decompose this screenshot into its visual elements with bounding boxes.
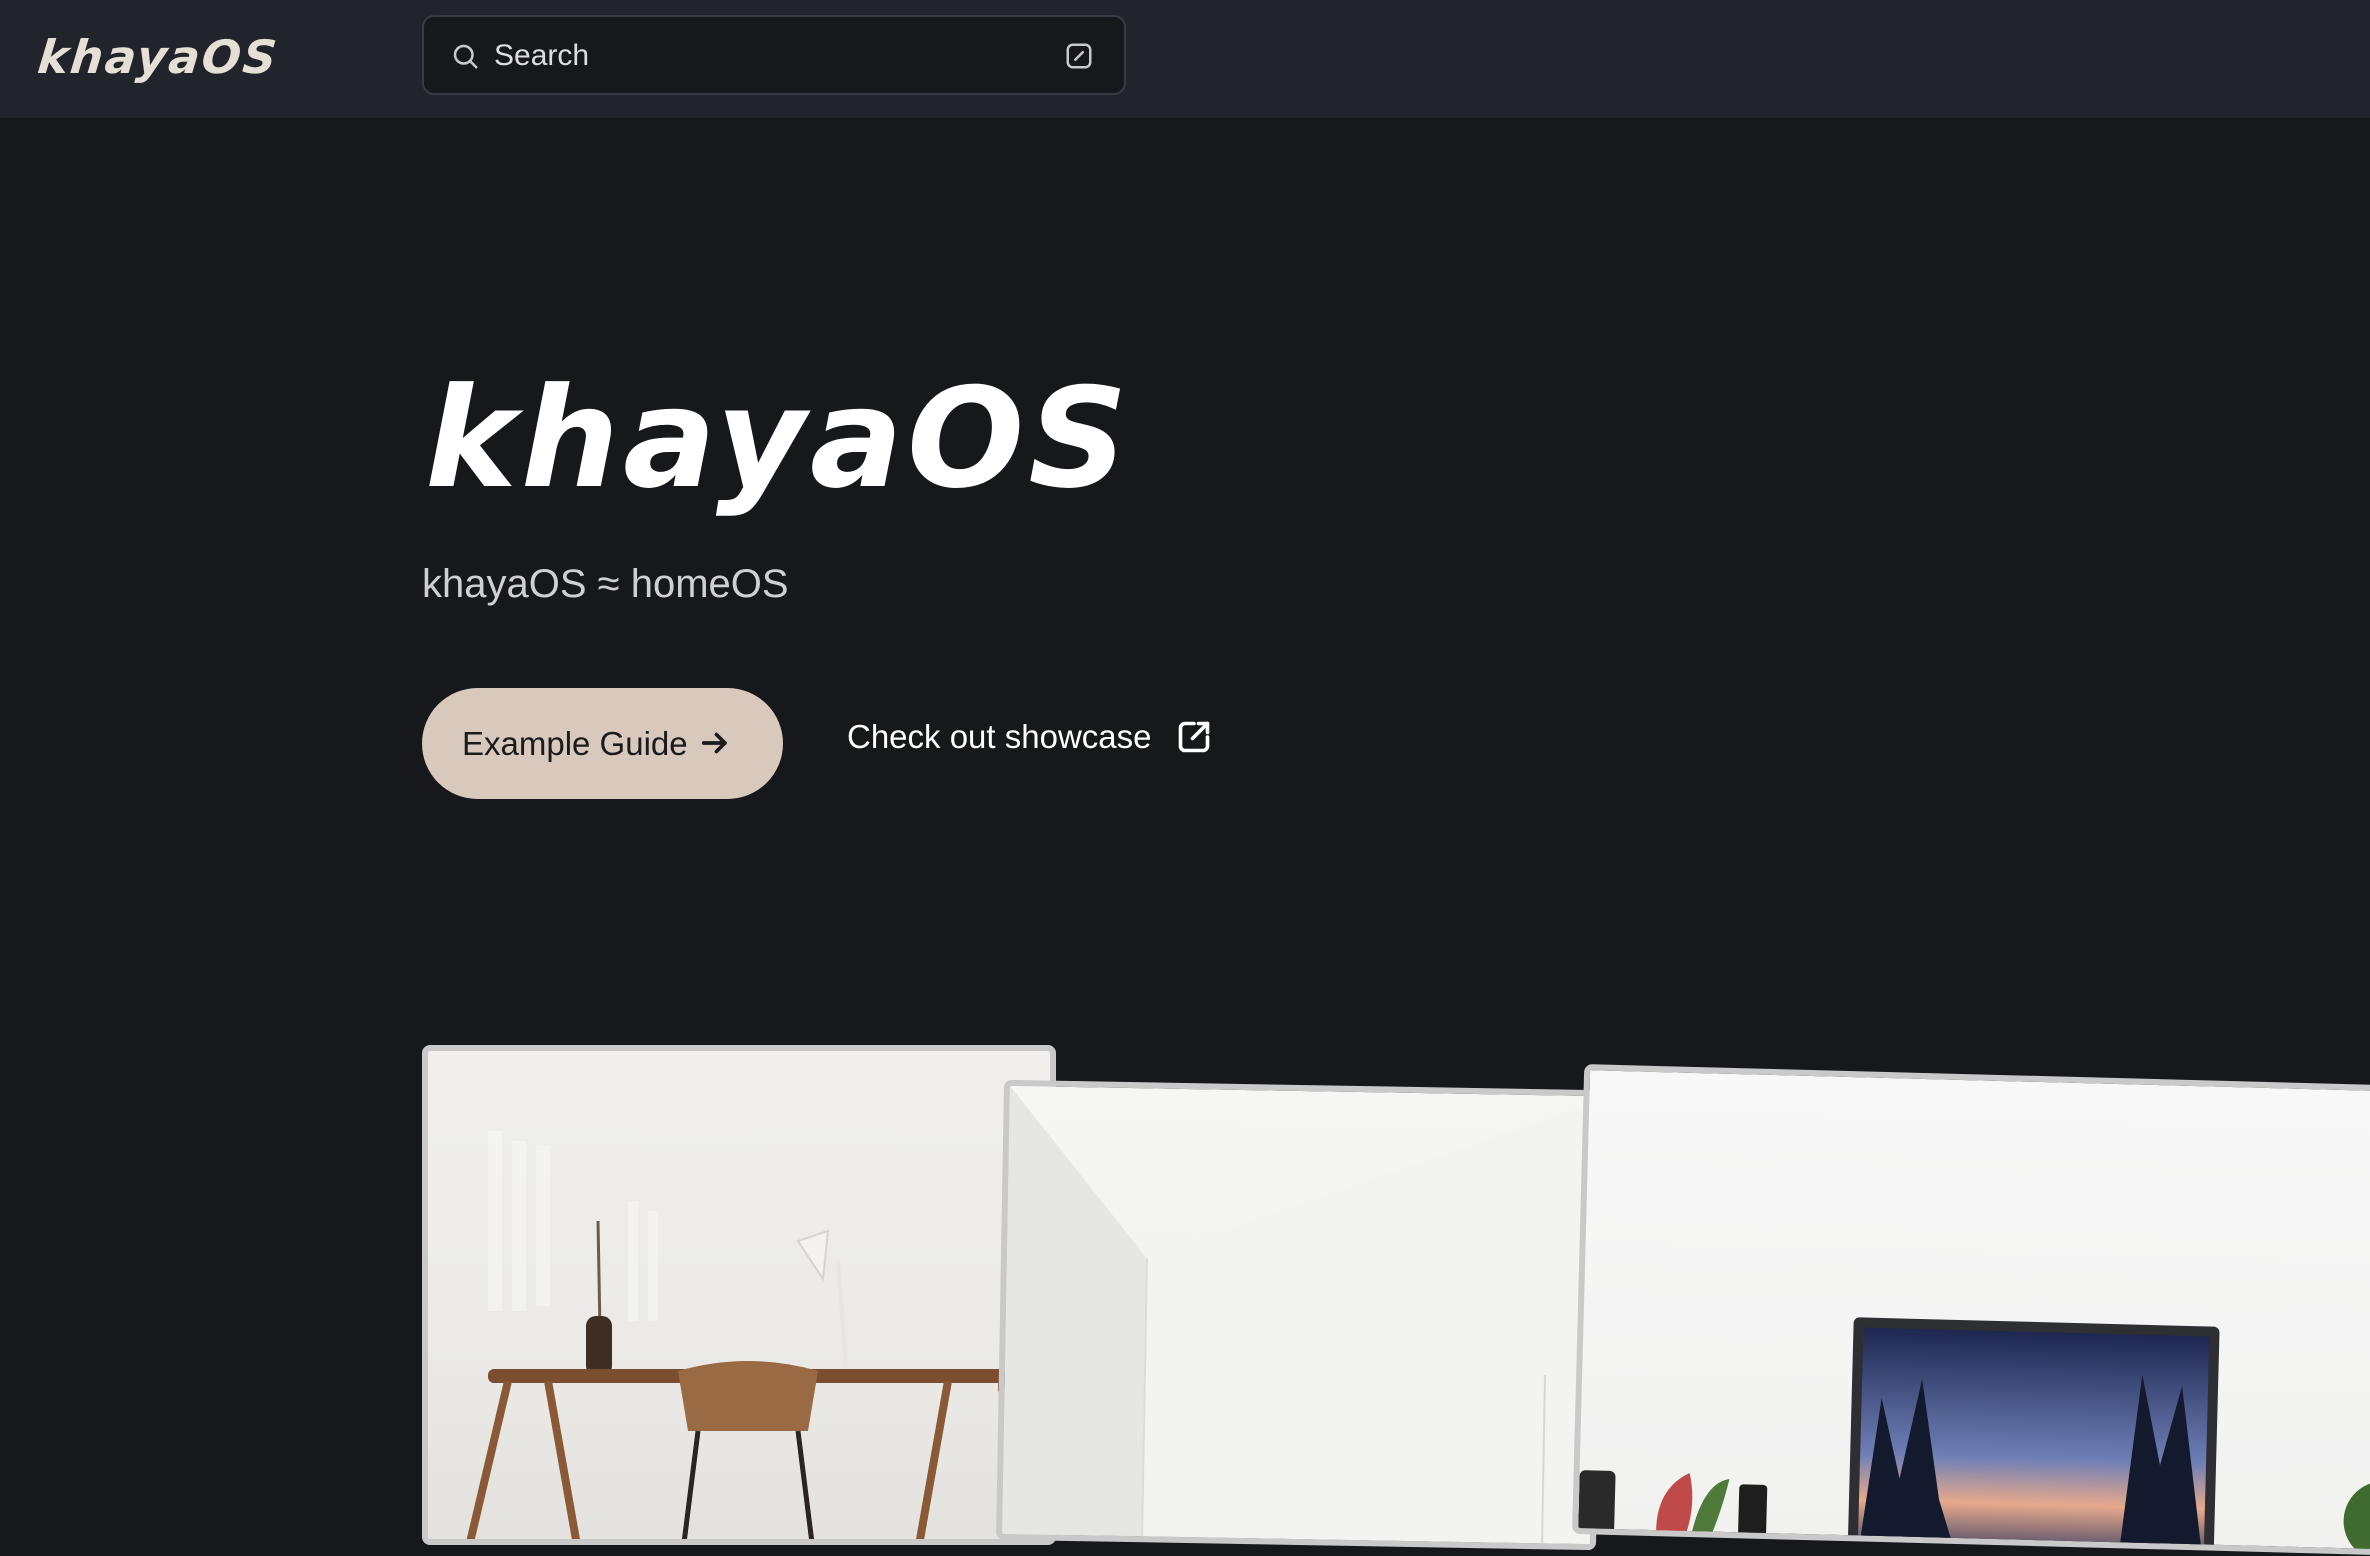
keyboard-shortcut-icon [1066, 43, 1092, 69]
external-link-icon [1178, 721, 1209, 753]
arrow-right-icon [701, 732, 727, 754]
desk-with-lamp-photo [422, 1045, 1056, 1545]
example-guide-button[interactable]: Example Guide [422, 688, 783, 799]
site-logo[interactable]: khayaOS [35, 30, 281, 84]
white-room-corner-photo [996, 1079, 1604, 1551]
search-placeholder: Search [494, 39, 590, 72]
search-icon [453, 44, 478, 69]
monitor-setup-illustration [1577, 1317, 2370, 1556]
monitor-desk-setup-photo [1571, 1064, 2370, 1556]
room-corner-illustration [1001, 1085, 1604, 1551]
showcase-link[interactable]: Check out showcase [847, 718, 1212, 756]
showcase-label: Check out showcase [847, 718, 1152, 755]
search-box[interactable]: Search [422, 15, 1126, 95]
top-navigation-bar: khayaOS Search [0, 0, 2370, 118]
desk-scene-illustration [466, 1131, 1050, 1539]
hero-subtitle: khayaOS ≈ homeOS [422, 562, 789, 606]
example-guide-label: Example Guide [462, 724, 688, 762]
hero-title: khayaOS [425, 358, 1132, 519]
